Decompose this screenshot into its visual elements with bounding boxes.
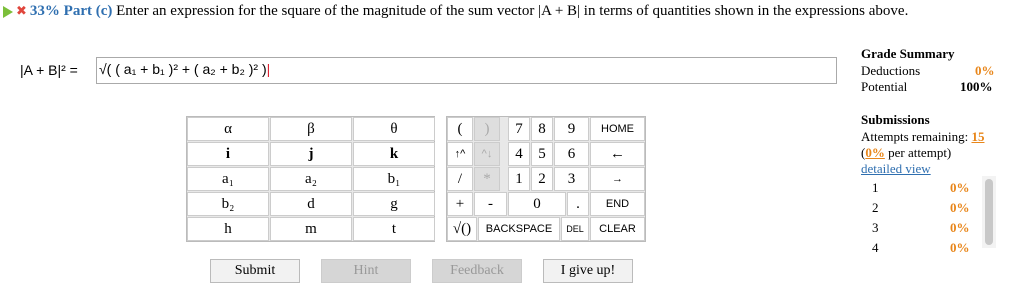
feedback-button[interactable]: Feedback xyxy=(432,259,522,283)
key-right-arrow[interactable]: → xyxy=(590,167,645,191)
submission-number: 3 xyxy=(872,220,879,235)
key-backspace[interactable]: BACKSPACE xyxy=(478,217,560,241)
key-end[interactable]: END xyxy=(590,192,645,216)
symbol-key[interactable]: k xyxy=(353,142,435,166)
play-icon[interactable] xyxy=(3,5,13,18)
key-0[interactable]: 0 xyxy=(508,192,566,216)
potential-value: 100% xyxy=(960,79,993,94)
deductions-label: Deductions xyxy=(861,63,921,78)
per-attempt-note: (0% per attempt) xyxy=(861,145,952,160)
key-home[interactable]: HOME xyxy=(590,117,645,141)
key-up-power[interactable]: ↑^ xyxy=(447,142,473,166)
key-minus[interactable]: - xyxy=(474,192,507,216)
key-1[interactable]: 1 xyxy=(508,167,530,191)
submission-number: 2 xyxy=(872,200,879,215)
key-3[interactable]: 3 xyxy=(554,167,589,191)
key-7[interactable]: 7 xyxy=(508,117,530,141)
submission-percent: 0% xyxy=(950,180,970,195)
symbol-key[interactable]: t xyxy=(353,217,435,241)
detailed-view-link[interactable]: detailed view xyxy=(861,161,931,177)
submission-number: 1 xyxy=(872,180,879,195)
symbol-key[interactable]: m xyxy=(270,217,352,241)
submissions-title: Submissions xyxy=(861,112,930,127)
key-2[interactable]: 2 xyxy=(531,167,553,191)
key-4[interactable]: 4 xyxy=(508,142,530,166)
potential-label: Potential xyxy=(861,79,908,94)
key-6[interactable]: 6 xyxy=(554,142,589,166)
symbol-key[interactable]: α xyxy=(187,117,269,141)
part-percent-label: 33% Part (c) xyxy=(29,3,113,19)
key-9[interactable]: 9 xyxy=(554,117,589,141)
submission-percent: 0% xyxy=(950,240,970,255)
text-caret: | xyxy=(266,61,271,77)
symbol-key[interactable]: a₂ xyxy=(270,167,352,191)
expression-label: |A + B|² = xyxy=(20,62,78,78)
submission-number: 4 xyxy=(872,240,879,255)
key-sqrt[interactable]: √() xyxy=(447,217,477,241)
submission-percent: 0% xyxy=(950,220,970,235)
key-8[interactable]: 8 xyxy=(531,117,553,141)
key-5[interactable]: 5 xyxy=(531,142,553,166)
key-divide[interactable]: / xyxy=(447,167,473,191)
submission-percent: 0% xyxy=(950,200,970,215)
symbol-key[interactable]: i xyxy=(187,142,269,166)
submissions-scrollbar[interactable] xyxy=(985,179,993,245)
key-open-paren[interactable]: ( xyxy=(447,117,473,141)
expression-value: √( ( a₁ + b₁ )² + ( a₂ + b₂ )² )| xyxy=(99,61,271,77)
attempts-remaining: Attempts remaining: 15 xyxy=(861,129,985,144)
symbol-key[interactable]: b₂ xyxy=(187,192,269,216)
key-clear[interactable]: CLEAR xyxy=(590,217,645,241)
attempts-remaining-value: 15 xyxy=(971,129,985,144)
submit-button[interactable]: Submit xyxy=(210,259,300,283)
symbol-key[interactable]: β xyxy=(270,117,352,141)
symbol-key[interactable]: θ xyxy=(353,117,435,141)
key-close-paren[interactable]: ) xyxy=(474,117,500,141)
grade-summary-title: Grade Summary xyxy=(861,46,955,61)
question-header: ✖ 33% Part (c) Enter an expression for th… xyxy=(0,2,1020,21)
key-plus[interactable]: + xyxy=(447,192,473,216)
per-attempt-percent: 0% xyxy=(865,145,885,160)
symbol-key[interactable]: h xyxy=(187,217,269,241)
incorrect-x-icon: ✖ xyxy=(16,4,27,20)
hint-button[interactable]: Hint xyxy=(321,259,411,283)
symbol-key[interactable]: a₁ xyxy=(187,167,269,191)
key-down-power[interactable]: ^↓ xyxy=(474,142,500,166)
symbol-key[interactable]: b₁ xyxy=(353,167,435,191)
key-left-arrow[interactable]: ← xyxy=(590,142,645,166)
question-prompt: Enter an expression for the square of th… xyxy=(116,3,909,19)
key-delete[interactable]: DEL xyxy=(561,217,589,241)
give-up-button[interactable]: I give up! xyxy=(543,259,633,283)
symbol-key[interactable]: j xyxy=(270,142,352,166)
symbol-key[interactable]: g xyxy=(353,192,435,216)
symbol-key[interactable]: d xyxy=(270,192,352,216)
key-decimal[interactable]: . xyxy=(567,192,589,216)
deductions-value: 0% xyxy=(975,63,995,78)
key-multiply[interactable]: * xyxy=(474,167,500,191)
